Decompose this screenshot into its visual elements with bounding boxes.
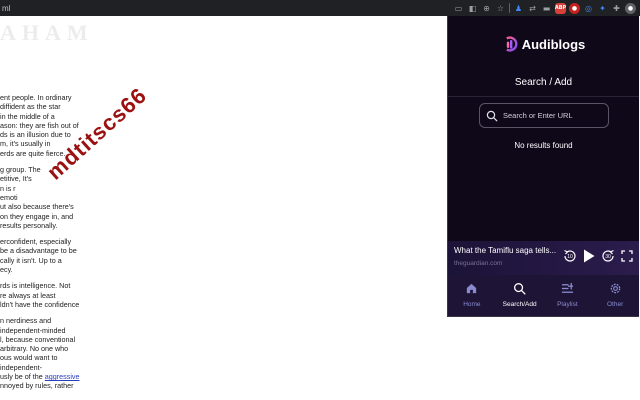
playlist-icon: [561, 282, 573, 293]
skip-back-button[interactable]: 10: [562, 248, 578, 264]
rewind-icon: 10: [564, 249, 576, 262]
brand-header: Audiblogs: [448, 36, 639, 52]
article-link[interactable]: aggressive: [45, 372, 80, 381]
bookmark-star-icon[interactable]: ☆: [495, 3, 506, 14]
fast-forward-icon: 30: [602, 249, 614, 262]
skip-forward-seconds: 30: [605, 254, 611, 260]
nav-label-home: Home: [463, 301, 481, 308]
article-paragraph: nnoyed by rules, rather: [0, 381, 74, 391]
nav-label-playlist: Playlist: [557, 301, 578, 308]
article-page: AHAM ent people. In ordinary diffident a…: [0, 16, 447, 400]
header-divider: [448, 96, 639, 97]
play-icon: [584, 249, 595, 263]
gear-icon: [610, 283, 620, 294]
nav-item-search-add[interactable]: Search/Add: [496, 275, 544, 316]
profile-avatar[interactable]: ●: [625, 2, 636, 14]
browser-toolbar: ml ▭ ◧ ⊕ ☆ ♟ ⇄ ▬ ABP ● ◎ ✦ ✚ ●: [0, 0, 640, 16]
adblock-icon[interactable]: ABP: [555, 2, 566, 14]
extension-icon[interactable]: ▬: [541, 3, 552, 14]
extension-icon[interactable]: ◎: [583, 3, 594, 14]
site-title: AHAM: [0, 20, 94, 45]
reader-icon[interactable]: ◧: [467, 3, 478, 14]
extension-icon[interactable]: ♟: [513, 3, 524, 14]
search-icon: [514, 283, 526, 295]
article-paragraph: g group. The etitive, It's n is r emoti …: [0, 165, 74, 230]
search-icon: [486, 110, 498, 121]
skip-back-seconds: 10: [567, 254, 573, 260]
now-playing-title[interactable]: What the Tamiflu saga tells...: [454, 246, 559, 255]
zoom-icon[interactable]: ⊕: [481, 3, 492, 14]
play-button[interactable]: [582, 248, 596, 264]
nav-item-other[interactable]: Other: [591, 275, 639, 316]
home-icon: [467, 283, 477, 294]
extension-icon[interactable]: ⇄: [527, 3, 538, 14]
bottom-nav: Home Search/Add Playlist Other: [448, 275, 639, 316]
fullscreen-icon: [620, 250, 633, 262]
toolbar-divider: [509, 3, 510, 13]
extension-popup: Audiblogs Search / Add No results found …: [447, 16, 639, 317]
search-box[interactable]: [479, 103, 609, 128]
puzzle-icon[interactable]: ✚: [611, 3, 622, 14]
extension-icon[interactable]: ✦: [597, 3, 608, 14]
search-input[interactable]: [503, 111, 598, 120]
skip-forward-button[interactable]: 30: [600, 248, 616, 264]
nav-label-search-add: Search/Add: [502, 301, 537, 308]
now-playing-bar[interactable]: What the Tamiflu saga tells... theguardi…: [448, 241, 639, 275]
extension-icon[interactable]: ●: [569, 2, 580, 14]
expand-player-button[interactable]: [620, 248, 633, 264]
page-heading: Search / Add: [514, 77, 573, 88]
cast-icon[interactable]: ▭: [453, 3, 464, 14]
nav-item-playlist[interactable]: Playlist: [544, 275, 592, 316]
address-bar-url[interactable]: ml: [2, 4, 10, 13]
article-paragraph: n nerdiness and independent-minded l, be…: [0, 316, 88, 381]
brand-name: Audiblogs: [521, 36, 586, 52]
audiblogs-logo-icon: [505, 36, 518, 52]
toolbar-icons: ▭ ◧ ⊕ ☆ ♟ ⇄ ▬ ABP ● ◎ ✦ ✚ ●: [453, 2, 636, 14]
nav-item-home[interactable]: Home: [448, 275, 496, 316]
now-playing-source: theguardian.com: [454, 260, 503, 267]
nav-label-other: Other: [606, 301, 624, 308]
article-paragraph: erconfident, especially be a disadvantag…: [0, 237, 77, 275]
article-paragraph: rds is intelligence. Not re always at le…: [0, 281, 80, 309]
empty-state-message: No results found: [514, 141, 573, 150]
